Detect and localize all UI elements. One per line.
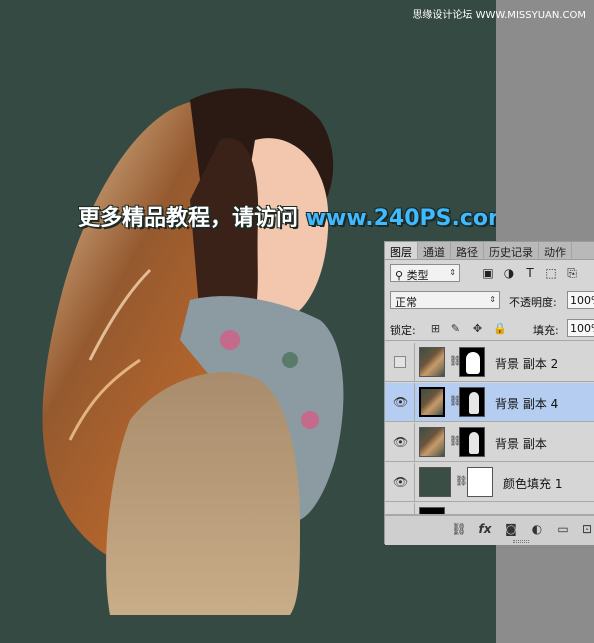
filter-shape-icon[interactable]: ⬚ xyxy=(544,266,558,280)
resize-grip[interactable] xyxy=(513,540,529,543)
layer-row[interactable]: 👁 ⛓ 背景 副本 4 xyxy=(385,383,594,422)
lock-all-icon[interactable]: 🔒 xyxy=(493,322,507,335)
watermark: 思缘设计论坛 WWW.MISSYUAN.COM xyxy=(412,10,586,21)
fill-label: 填充: xyxy=(533,324,559,337)
filter-row: ⚲ 类型 ⇕ ▣ ◑ T ⬚ ⎘ xyxy=(385,262,594,286)
promo-banner: 更多精品教程，请访问 www.240PS.com xyxy=(78,200,496,232)
layer-name: 背景 副本 xyxy=(495,437,547,451)
filter-pixel-icon[interactable]: ▣ xyxy=(481,266,495,280)
lock-image-icon[interactable]: ✎ xyxy=(449,322,462,335)
add-mask-icon[interactable]: ◙ xyxy=(503,521,519,537)
tab-layers[interactable]: 图层 xyxy=(385,242,418,259)
tab-actions[interactable]: 动作 xyxy=(539,242,572,259)
filter-adjustment-icon[interactable]: ◑ xyxy=(502,266,516,280)
tab-channels[interactable]: 通道 xyxy=(418,242,451,259)
lock-label: 锁定: xyxy=(390,324,416,337)
visibility-toggle[interactable] xyxy=(385,503,415,514)
filter-smart-object-icon[interactable]: ⎘ xyxy=(565,266,579,280)
layer-name: 背景 副本 4 xyxy=(495,397,559,411)
promo-text: 更多精品教程，请访问 xyxy=(78,206,299,231)
blend-mode-value: 正常 xyxy=(395,296,417,309)
panel-tabs: 图层 通道 路径 历史记录 动作 xyxy=(385,242,594,260)
eye-icon: 👁 xyxy=(393,435,409,449)
layer-thumbnail xyxy=(419,427,445,457)
tab-paths[interactable]: 路径 xyxy=(451,242,484,259)
opacity-label: 不透明度: xyxy=(509,296,557,309)
filter-type-icon[interactable]: T xyxy=(523,266,537,280)
blend-mode-dropdown[interactable]: 正常 ⇕ xyxy=(390,291,500,309)
search-icon: ⚲ xyxy=(395,269,407,282)
visibility-toggle[interactable]: 👁 xyxy=(385,383,415,421)
panel-footer: ⛓ fx ◙ ◐ ▭ ⊡ xyxy=(385,515,594,545)
opacity-input[interactable]: 100% xyxy=(567,291,594,309)
layer-mask-thumbnail[interactable] xyxy=(459,427,485,457)
layer-row[interactable]: 👁 ⛓ 背景 副本 xyxy=(385,423,594,462)
link-icon[interactable]: ⛓ xyxy=(455,476,468,487)
lock-row: 锁定: ⊞ ✎ ✥ 🔒 填充: 100% xyxy=(385,317,594,341)
layer-thumbnail xyxy=(419,387,445,417)
layer-name: 背景 副本 2 xyxy=(495,357,559,371)
visibility-off-icon xyxy=(394,356,406,368)
layer-mask-thumbnail[interactable] xyxy=(459,387,485,417)
layers-panel: 图层 通道 路径 历史记录 动作 ⚲ 类型 ⇕ ▣ ◑ T ⬚ ⎘ 正常 ⇕ 不… xyxy=(384,241,594,545)
new-group-icon[interactable]: ▭ xyxy=(555,521,571,537)
layer-mask-thumbnail[interactable] xyxy=(459,347,485,377)
new-layer-icon[interactable]: ⊡ xyxy=(579,521,594,537)
eye-icon: 👁 xyxy=(393,475,409,489)
blend-row: 正常 ⇕ 不透明度: 100% xyxy=(385,289,594,313)
layer-filter-dropdown[interactable]: ⚲ 类型 ⇕ xyxy=(390,264,460,282)
adjustment-layer-icon[interactable]: ◐ xyxy=(529,521,545,537)
link-layers-icon[interactable]: ⛓ xyxy=(451,521,467,537)
fx-icon[interactable]: fx xyxy=(477,521,493,537)
lock-transparent-icon[interactable]: ⊞ xyxy=(429,322,442,335)
layer-thumbnail xyxy=(419,347,445,377)
dropdown-arrow-icon: ⇕ xyxy=(449,268,456,277)
visibility-toggle[interactable]: 👁 xyxy=(385,423,415,461)
layer-row[interactable]: 👁 ⛓ 颜色填充 1 xyxy=(385,463,594,502)
fill-layer-thumbnail xyxy=(419,467,451,497)
layer-thumbnail xyxy=(419,507,445,514)
visibility-toggle[interactable]: 👁 xyxy=(385,463,415,501)
filter-type-label: 类型 xyxy=(406,269,429,282)
layer-mask-thumbnail[interactable] xyxy=(467,467,493,497)
dropdown-arrow-icon: ⇕ xyxy=(489,295,496,304)
layer-row[interactable] xyxy=(385,503,594,515)
lock-position-icon[interactable]: ✥ xyxy=(471,322,484,335)
layer-name: 颜色填充 1 xyxy=(503,477,563,491)
visibility-toggle[interactable] xyxy=(385,343,415,381)
layer-row[interactable]: ⛓ 背景 副本 2 xyxy=(385,343,594,382)
tab-history[interactable]: 历史记录 xyxy=(484,242,539,259)
eye-icon: 👁 xyxy=(393,395,409,409)
fill-input[interactable]: 100% xyxy=(567,319,594,337)
promo-url: www.240PS.com xyxy=(305,206,496,231)
